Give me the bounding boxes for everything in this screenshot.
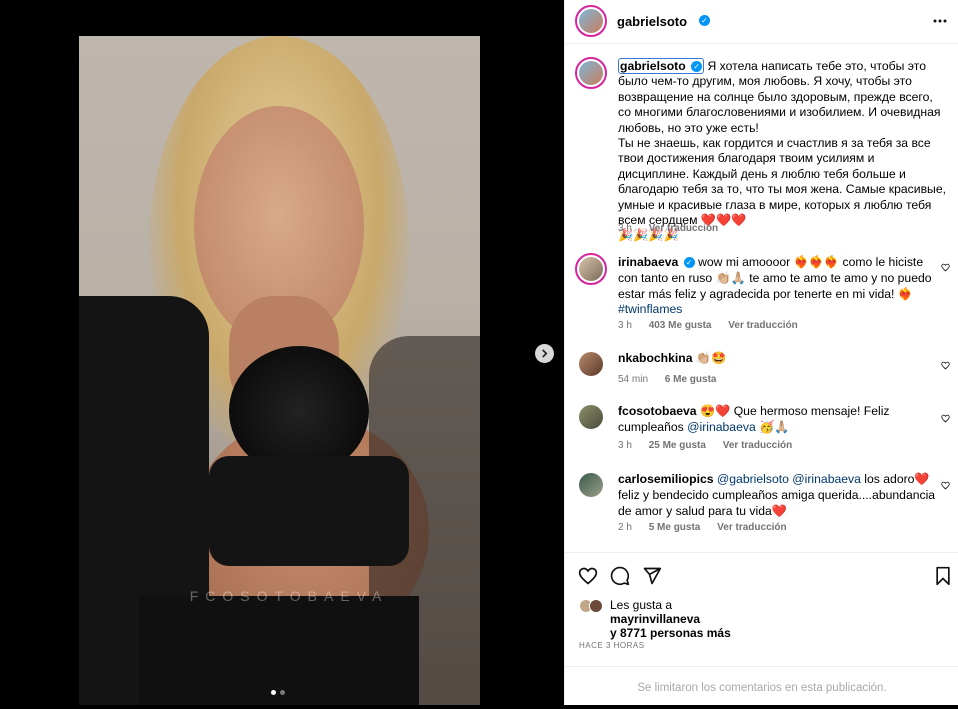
- comment-username[interactable]: nkabochkina: [618, 351, 693, 365]
- comment-likes[interactable]: 403 Me gusta: [649, 320, 712, 331]
- comment-mention[interactable]: @irinabaeva: [792, 472, 861, 486]
- like-comment-icon[interactable]: [941, 359, 950, 373]
- comments-limited-notice: Se limitaron los comentarios en esta pub…: [565, 666, 958, 705]
- bookmark-icon[interactable]: [934, 566, 952, 589]
- comment-fcosotobaeva: fcosotobaeva 😍❤️ Que hermoso mensaje! Fe…: [618, 404, 938, 436]
- comment-likes[interactable]: 6 Me gusta: [665, 374, 717, 385]
- post-details-panel: gabrielsoto ✓ gabrielsoto ✓ Я хотела нап…: [564, 0, 958, 705]
- chevron-right-icon: [540, 347, 549, 361]
- verified-icon: ✓: [691, 61, 703, 73]
- like-comment-icon[interactable]: [941, 261, 950, 275]
- like-comment-icon[interactable]: [941, 412, 950, 426]
- comment-text: 👏🏼🤩: [695, 351, 727, 365]
- comment-avatar[interactable]: [579, 473, 603, 497]
- caption-text: Я хотела написать тебе это, чтобы это бы…: [618, 59, 946, 243]
- likes-prefix: Les gusta a: [610, 598, 673, 612]
- comment-likes[interactable]: 5 Me gusta: [649, 522, 701, 533]
- comment-mention[interactable]: @gabrielsoto: [717, 472, 789, 486]
- liker-avatar[interactable]: [589, 599, 603, 613]
- more-options-icon[interactable]: [933, 14, 947, 31]
- comment-time: 2 h: [618, 522, 632, 533]
- comment-text-end: 🥳🙏🏼: [755, 419, 790, 434]
- caption-username[interactable]: gabrielsoto: [620, 59, 686, 73]
- likes-summary: Les gusta a mayrinvillaneva y 8771 perso…: [610, 598, 731, 640]
- caption-translate-link[interactable]: Ver traducción: [649, 223, 718, 234]
- carousel-indicator: [271, 690, 285, 695]
- carousel-next-button[interactable]: [535, 344, 554, 363]
- comment-hashtag[interactable]: #twinflames: [618, 302, 682, 316]
- post-caption: gabrielsoto ✓ Я хотела написать тебе это…: [618, 58, 946, 244]
- comment-time: 54 min: [618, 374, 649, 385]
- caption-meta: 3 h Ver traducción: [618, 223, 718, 234]
- comment-username[interactable]: irinabaeva: [618, 255, 678, 269]
- comment-translate-link[interactable]: Ver traducción: [728, 320, 797, 331]
- likes-user[interactable]: mayrinvillaneva: [610, 612, 700, 626]
- comment-carlosemiliopics: carlosemiliopics @gabrielsoto @irinabaev…: [618, 472, 938, 519]
- post-actions: [565, 552, 958, 596]
- comment-mention[interactable]: @irinabaeva: [687, 420, 756, 434]
- post-photo[interactable]: FCOSOTOBAEVA: [79, 36, 480, 705]
- comment-meta: 3 h 403 Me gusta Ver traducción: [618, 320, 798, 331]
- verified-icon: ✓: [683, 257, 695, 269]
- comment-nkabochkina: nkabochkina 👏🏼🤩: [618, 351, 938, 367]
- author-username[interactable]: gabrielsoto: [617, 14, 687, 29]
- post-header: gabrielsoto ✓: [565, 0, 958, 44]
- comment-translate-link[interactable]: Ver traducción: [723, 440, 792, 451]
- post-media: FCOSOTOBAEVA: [0, 0, 564, 705]
- comment-username[interactable]: carlosemiliopics: [618, 472, 714, 486]
- carousel-dot-active: [271, 690, 276, 695]
- comment-meta: 2 h 5 Me gusta Ver traducción: [618, 522, 787, 533]
- caption-avatar[interactable]: [575, 57, 607, 89]
- comment-time: 3 h: [618, 440, 632, 451]
- comment-time: 3 h: [618, 320, 632, 331]
- comment-avatar[interactable]: [575, 253, 607, 285]
- comment-irinabaeva: irinabaeva ✓ wow mi amoooor ❤️‍🔥❤️‍🔥❤️‍🔥…: [618, 255, 938, 318]
- comment-username[interactable]: fcosotobaeva: [618, 404, 697, 418]
- author-avatar[interactable]: [575, 5, 607, 37]
- comment-meta: 3 h 25 Me gusta Ver traducción: [618, 440, 792, 451]
- share-icon[interactable]: [642, 566, 662, 589]
- verified-icon: ✓: [699, 15, 710, 26]
- caption-time: 3 h: [618, 223, 632, 234]
- post-time-ago: HACE 3 HORAS: [579, 641, 645, 650]
- comment-meta: 54 min 6 Me gusta: [618, 374, 716, 385]
- comment-icon[interactable]: [610, 566, 630, 589]
- photo-watermark: FCOSOTOBAEVA: [189, 588, 389, 604]
- comment-avatar[interactable]: [579, 405, 603, 429]
- likes-others[interactable]: y 8771 personas más: [610, 626, 731, 640]
- carousel-dot: [280, 690, 285, 695]
- heart-icon[interactable]: [578, 566, 598, 589]
- comment-translate-link[interactable]: Ver traducción: [717, 522, 786, 533]
- comment-likes[interactable]: 25 Me gusta: [649, 440, 706, 451]
- like-comment-icon[interactable]: [941, 479, 950, 493]
- comment-avatar[interactable]: [579, 352, 603, 376]
